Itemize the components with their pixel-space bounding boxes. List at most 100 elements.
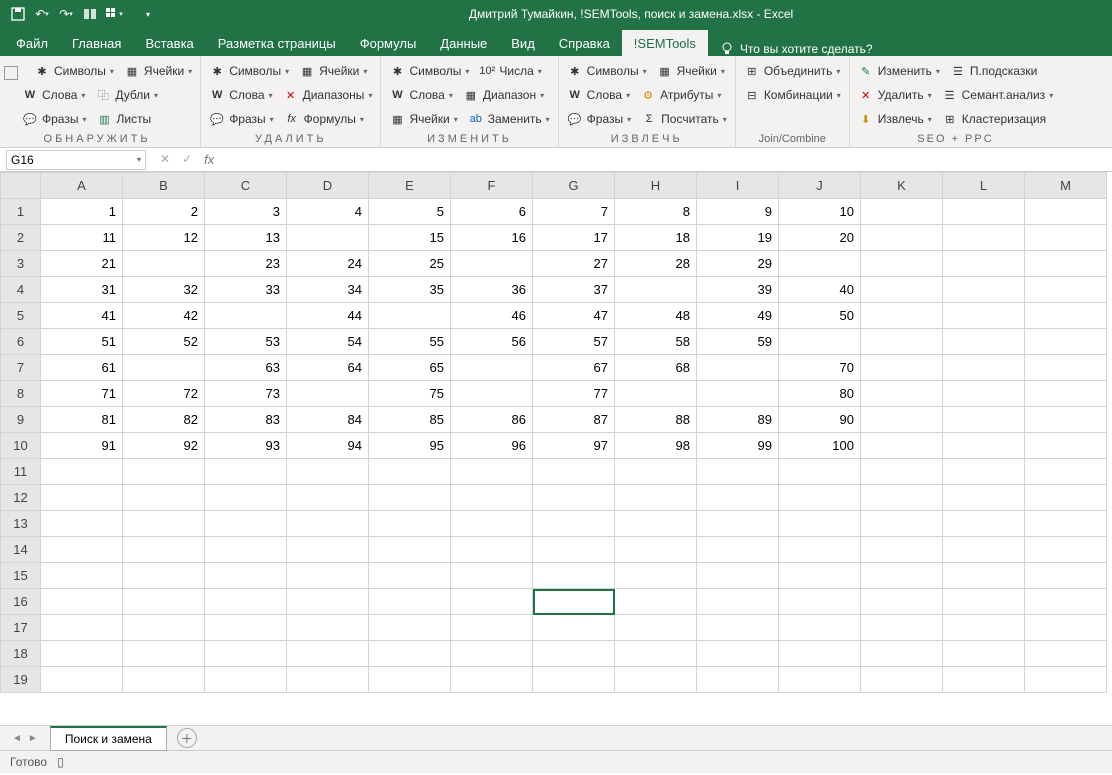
cell[interactable] <box>451 381 533 407</box>
cell[interactable] <box>287 459 369 485</box>
cell[interactable] <box>697 667 779 693</box>
cell[interactable] <box>451 251 533 277</box>
cell[interactable] <box>369 589 451 615</box>
cell[interactable]: 10 <box>779 199 861 225</box>
cell[interactable] <box>615 277 697 303</box>
cell[interactable]: 23 <box>205 251 287 277</box>
cell[interactable]: 2 <box>123 199 205 225</box>
join-combinations-button[interactable]: ⊟Комбинации▾ <box>744 84 841 106</box>
cell[interactable] <box>369 615 451 641</box>
cell[interactable] <box>533 459 615 485</box>
cell[interactable] <box>943 615 1025 641</box>
cell[interactable]: 72 <box>123 381 205 407</box>
column-header[interactable]: L <box>943 173 1025 199</box>
cell[interactable] <box>451 537 533 563</box>
cell[interactable] <box>943 277 1025 303</box>
cell[interactable]: 27 <box>533 251 615 277</box>
seo-cluster-button[interactable]: ⊞Кластеризация <box>942 108 1046 130</box>
join-merge-button[interactable]: ⊞Объединить▾ <box>744 60 841 82</box>
cell[interactable]: 92 <box>123 433 205 459</box>
change-replace-button[interactable]: abЗаменить▾ <box>468 108 550 130</box>
cell[interactable] <box>861 251 943 277</box>
extract-count-button[interactable]: ΣПосчитать▾ <box>641 108 727 130</box>
cancel-formula-icon[interactable]: ✕ <box>160 152 170 167</box>
cell[interactable] <box>697 511 779 537</box>
cell[interactable] <box>861 407 943 433</box>
cell[interactable] <box>779 251 861 277</box>
column-header[interactable]: A <box>41 173 123 199</box>
cell[interactable] <box>287 225 369 251</box>
cell[interactable]: 5 <box>369 199 451 225</box>
cell[interactable]: 33 <box>205 277 287 303</box>
extract-words-button[interactable]: WСлова▾ <box>567 84 630 106</box>
cell[interactable] <box>41 641 123 667</box>
delete-symbols-button[interactable]: ✱Символы▾ <box>209 60 289 82</box>
row-header[interactable]: 7 <box>1 355 41 381</box>
cell[interactable] <box>369 459 451 485</box>
cell[interactable] <box>1025 589 1107 615</box>
cell[interactable] <box>533 485 615 511</box>
redo-icon[interactable]: ↷▾ <box>56 4 76 24</box>
cell[interactable] <box>451 459 533 485</box>
cell[interactable] <box>369 563 451 589</box>
cell[interactable] <box>1025 303 1107 329</box>
cell[interactable] <box>41 511 123 537</box>
row-header[interactable]: 18 <box>1 641 41 667</box>
qat-customize-icon[interactable]: ▾ <box>138 4 158 24</box>
cell[interactable]: 1 <box>41 199 123 225</box>
cell[interactable] <box>861 459 943 485</box>
cell[interactable]: 84 <box>287 407 369 433</box>
cell[interactable] <box>369 303 451 329</box>
row-header[interactable]: 5 <box>1 303 41 329</box>
cell[interactable] <box>861 433 943 459</box>
seo-change-button[interactable]: ✎Изменить▾ <box>858 60 940 82</box>
cell[interactable] <box>205 511 287 537</box>
cell[interactable]: 42 <box>123 303 205 329</box>
cell[interactable]: 17 <box>533 225 615 251</box>
cell[interactable]: 82 <box>123 407 205 433</box>
cell[interactable] <box>615 381 697 407</box>
change-cells-button[interactable]: ▦Ячейки▾ <box>389 108 457 130</box>
cell[interactable] <box>287 589 369 615</box>
row-header[interactable]: 1 <box>1 199 41 225</box>
cell[interactable] <box>533 511 615 537</box>
cell[interactable] <box>205 563 287 589</box>
delete-words-button[interactable]: WСлова▾ <box>209 84 272 106</box>
cell[interactable]: 39 <box>697 277 779 303</box>
cell[interactable]: 37 <box>533 277 615 303</box>
cell[interactable] <box>943 303 1025 329</box>
cell[interactable]: 57 <box>533 329 615 355</box>
cell[interactable]: 91 <box>41 433 123 459</box>
column-header[interactable]: E <box>369 173 451 199</box>
cell[interactable] <box>41 537 123 563</box>
cell[interactable]: 54 <box>287 329 369 355</box>
cell[interactable] <box>533 615 615 641</box>
cell[interactable] <box>861 615 943 641</box>
change-range-button[interactable]: ▦Диапазон▾ <box>463 84 544 106</box>
column-header[interactable]: D <box>287 173 369 199</box>
cell[interactable]: 41 <box>41 303 123 329</box>
cell[interactable]: 29 <box>697 251 779 277</box>
cell[interactable]: 21 <box>41 251 123 277</box>
cell[interactable]: 36 <box>451 277 533 303</box>
cell[interactable]: 4 <box>287 199 369 225</box>
qat-custom1-icon[interactable] <box>80 4 100 24</box>
cell[interactable]: 19 <box>697 225 779 251</box>
cell[interactable] <box>697 589 779 615</box>
cell[interactable] <box>1025 667 1107 693</box>
cell[interactable] <box>41 459 123 485</box>
cell[interactable] <box>697 641 779 667</box>
cell[interactable]: 20 <box>779 225 861 251</box>
cell[interactable] <box>205 589 287 615</box>
sheet-tab[interactable]: Поиск и замена <box>50 726 167 751</box>
cell[interactable] <box>615 485 697 511</box>
cell[interactable] <box>861 667 943 693</box>
cell[interactable] <box>1025 355 1107 381</box>
extract-cells-button[interactable]: ▦Ячейки▾ <box>657 60 725 82</box>
cell[interactable]: 18 <box>615 225 697 251</box>
cell[interactable] <box>779 329 861 355</box>
cell[interactable]: 3 <box>205 199 287 225</box>
cell[interactable]: 7 <box>533 199 615 225</box>
cell[interactable] <box>615 459 697 485</box>
cell[interactable] <box>779 563 861 589</box>
